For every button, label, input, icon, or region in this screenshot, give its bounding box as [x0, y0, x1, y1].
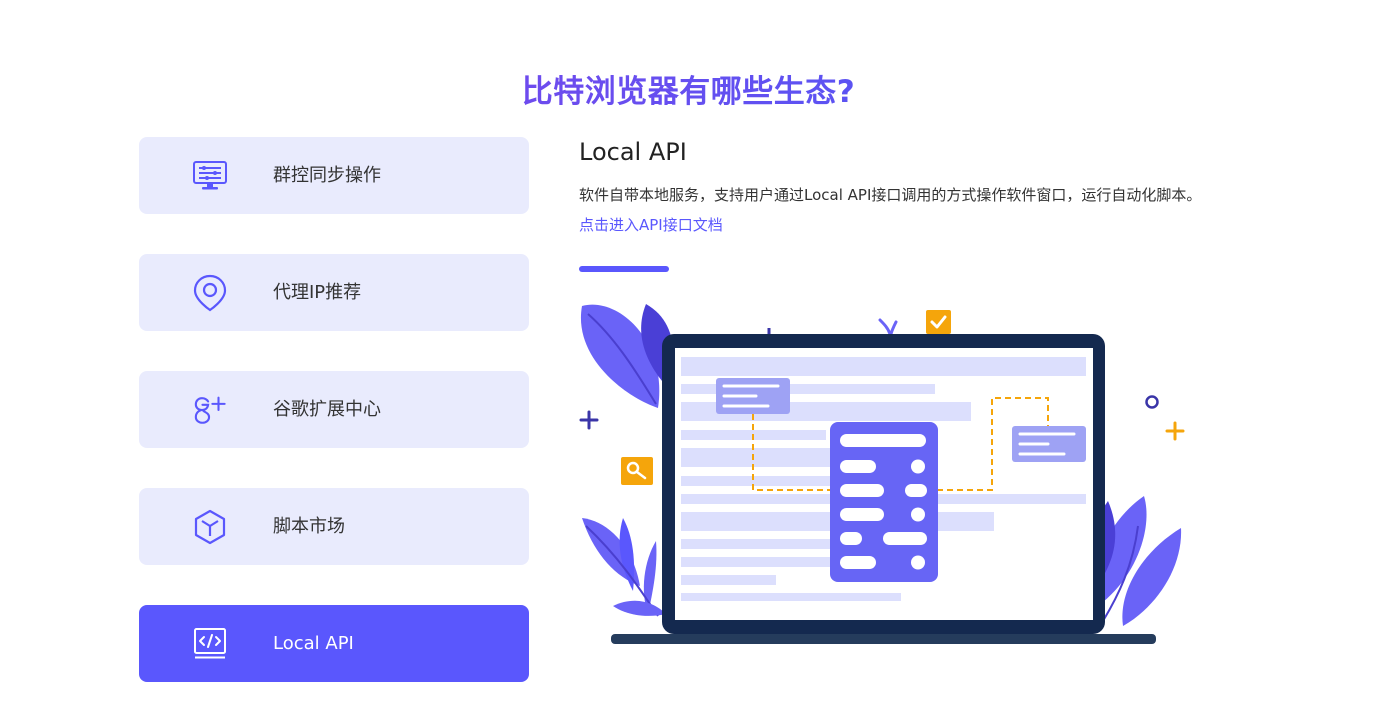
feature-item-script-market[interactable]: 脚本市场: [139, 488, 529, 565]
detail-panel: Local API 软件自带本地服务，支持用户通过Local API接口调用的方…: [579, 138, 1219, 240]
feature-label: Local API: [273, 633, 354, 654]
detail-title: Local API: [579, 138, 687, 166]
monitor-settings-icon: [193, 159, 227, 193]
feature-label: 谷歌扩展中心: [273, 399, 381, 420]
feature-item-group-control[interactable]: 群控同步操作: [139, 137, 529, 214]
detail-description-text: 软件自带本地服务，支持用户通过Local API接口调用的方式操作软件窗口，运行…: [579, 186, 1202, 204]
feature-item-local-api[interactable]: Local API: [139, 605, 529, 682]
feature-item-google-extensions[interactable]: 谷歌扩展中心: [139, 371, 529, 448]
api-docs-link[interactable]: 点击进入API接口文档: [579, 216, 723, 234]
section-title: 比特浏览器有哪些生态?: [0, 66, 1377, 111]
feature-label: 代理IP推荐: [273, 282, 362, 303]
location-pin-icon: [193, 274, 227, 312]
feature-label: 脚本市场: [273, 516, 345, 537]
laptop-illustration: [578, 296, 1188, 652]
google-plus-icon: [193, 393, 227, 427]
detail-description: 软件自带本地服务，支持用户通过Local API接口调用的方式操作软件窗口，运行…: [579, 180, 1211, 240]
cube-icon: [193, 509, 227, 545]
code-window-icon: [193, 627, 227, 661]
feature-label: 群控同步操作: [273, 165, 381, 186]
feature-item-proxy-ip[interactable]: 代理IP推荐: [139, 254, 529, 331]
accent-bar: [579, 266, 669, 272]
